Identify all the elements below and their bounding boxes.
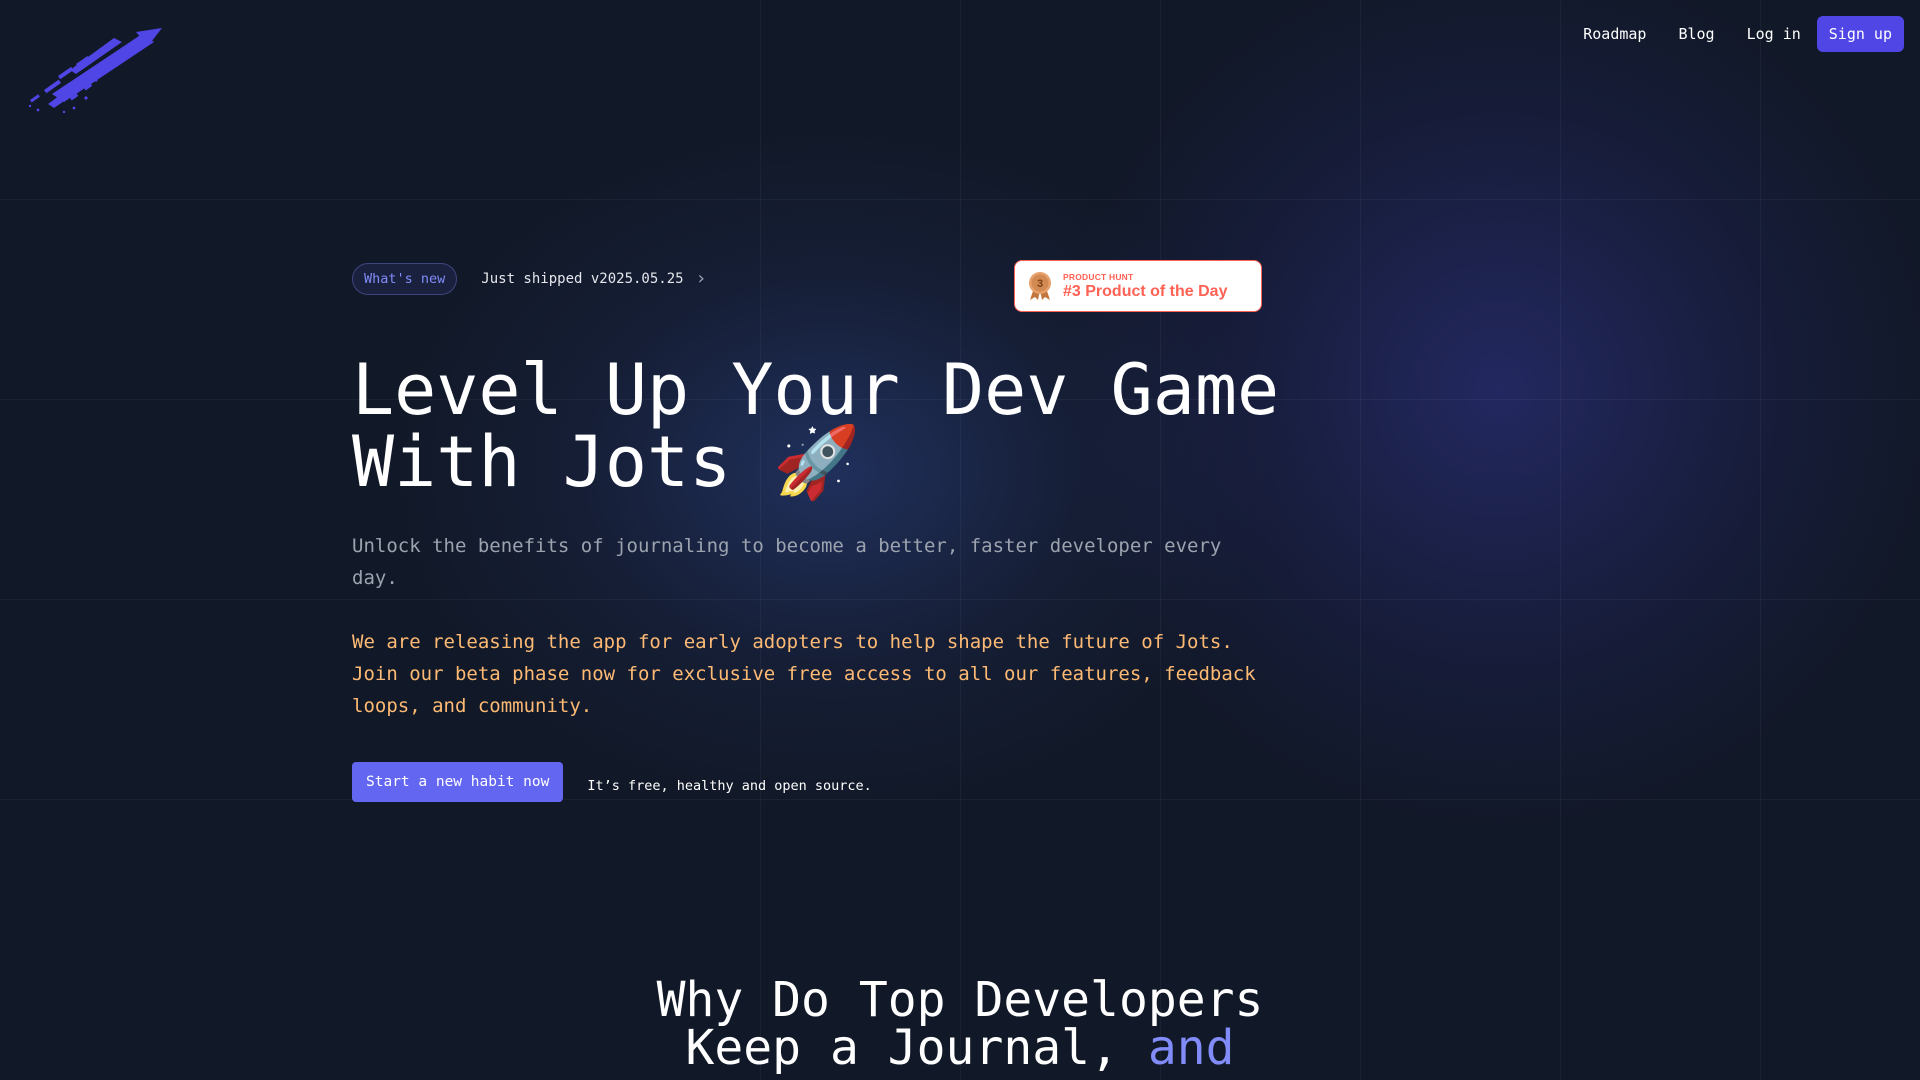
release-link[interactable]: Just shipped v2025.05.25 › — [481, 270, 706, 288]
whats-new-badge: What's new — [352, 263, 458, 295]
nav-link-roadmap[interactable]: Roadmap — [1567, 17, 1662, 51]
hero-title: Level Up Your Dev Game With Jots 🚀 — [352, 354, 1279, 498]
grid-line — [0, 599, 1920, 600]
rocket-streak-logo[interactable] — [24, 24, 164, 116]
hero-title-line-1: Level Up Your Dev Game — [352, 349, 1280, 431]
hero-subtitle: Unlock the benefits of journaling to bec… — [352, 535, 1222, 589]
announcement-bar: What's new Just shipped v2025.05.25 › — [352, 263, 706, 295]
product-hunt-label: PRODUCT HUNT — [1063, 271, 1134, 282]
nav-link-blog[interactable]: Blog — [1662, 17, 1730, 51]
grid-line — [1360, 0, 1361, 1080]
beta-announcement: We are releasing the app for early adopt… — [352, 631, 1256, 717]
top-navigation: Roadmap Blog Log in Sign up — [1567, 16, 1904, 52]
release-link-text: Just shipped v2025.05.25 — [481, 271, 684, 287]
grid-line — [0, 199, 1920, 200]
section-title-accent: and — [1147, 1020, 1235, 1076]
landing-page: Roadmap Blog Log in Sign up What's new J… — [0, 0, 1920, 1080]
hero-title-line-2: With Jots 🚀 — [352, 421, 861, 503]
section-title-line-1: Why Do Top Developers — [656, 972, 1264, 1028]
cta-row: Start a new habit now It’s free, healthy… — [352, 762, 872, 802]
nav-link-login[interactable]: Log in — [1731, 17, 1817, 51]
medal-rank: 3 — [1037, 278, 1043, 290]
grid-line — [1760, 0, 1761, 1080]
bronze-medal-icon: 3 — [1029, 272, 1051, 300]
cta-note: It’s free, healthy and open source. — [587, 778, 872, 794]
grid-line — [0, 799, 1920, 800]
product-hunt-title: #3 Product of the Day — [1063, 282, 1228, 300]
section-title-prefix: Keep a Journal, — [685, 1020, 1148, 1076]
section-title-line-2: Keep a Journal, and — [0, 1024, 1920, 1072]
signup-button[interactable]: Sign up — [1816, 16, 1904, 52]
start-habit-button[interactable]: Start a new habit now — [352, 762, 564, 802]
grid-line — [1560, 0, 1561, 1080]
chevron-right-icon: › — [695, 268, 707, 289]
product-hunt-text: PRODUCT HUNT #3 Product of the Day — [1063, 272, 1227, 301]
product-hunt-badge[interactable]: 3 PRODUCT HUNT #3 Product of the Day — [1014, 260, 1262, 312]
section-title: Why Do Top Developers Keep a Journal, an… — [0, 976, 1920, 1072]
